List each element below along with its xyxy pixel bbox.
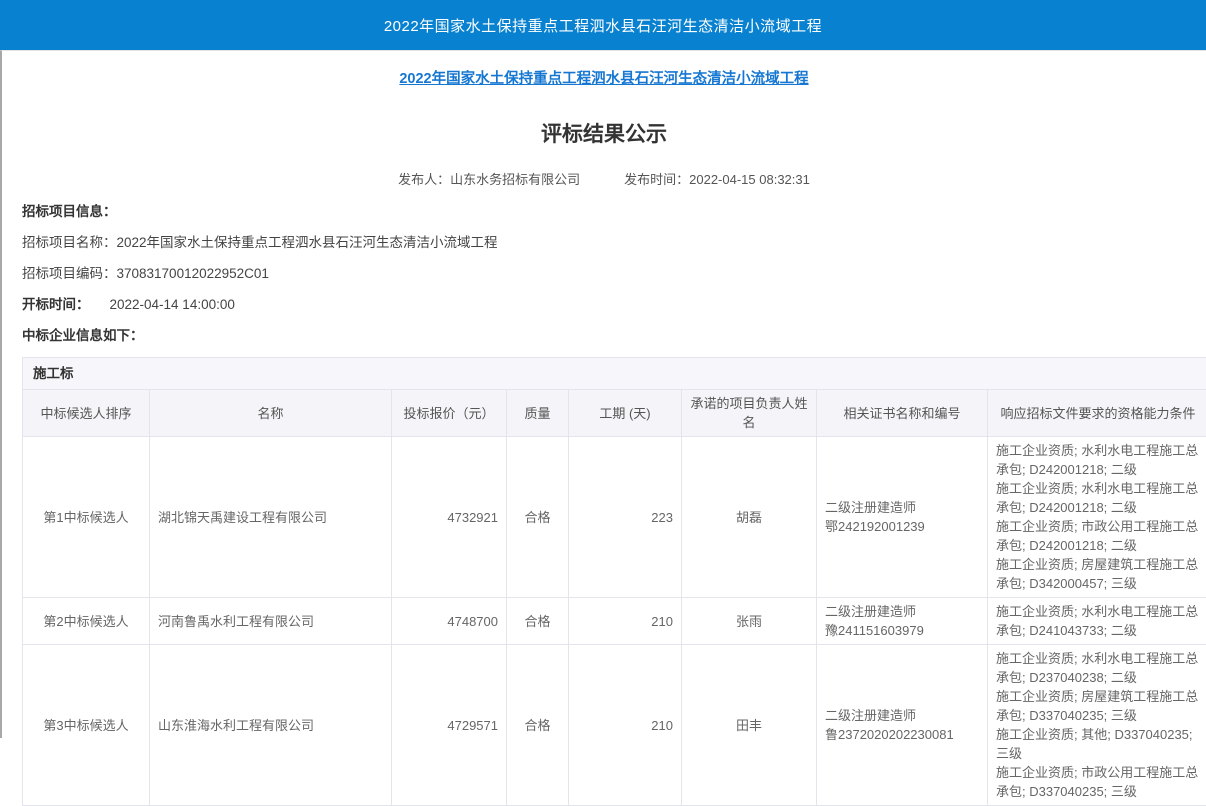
header-cert: 相关证书名称和编号 <box>817 390 988 437</box>
cell-company-name: 湖北锦天禹建设工程有限公司 <box>150 437 392 598</box>
bid-results-table: 施工标 中标候选人排序 名称 投标报价（元） 质量 工期 (天) 承诺的项目负责… <box>22 357 1206 806</box>
cell-bid-price: 4748700 <box>392 598 507 645</box>
cell-rank: 第1中标候选人 <box>23 437 150 598</box>
cell-bid-price: 4732921 <box>392 437 507 598</box>
page-content: 2022年国家水土保持重点工程泗水县石汪河生态清洁小流域工程 评标结果公示 发布… <box>0 50 1206 738</box>
window-title: 2022年国家水土保持重点工程泗水县石汪河生态清洁小流域工程 <box>384 15 822 36</box>
window-title-bar: 2022年国家水土保持重点工程泗水县石汪河生态清洁小流域工程 <box>0 0 1206 50</box>
header-rank: 中标候选人排序 <box>23 390 150 437</box>
cell-qualifications: 施工企业资质; 水利水电工程施工总承包; D241043733; 二级 <box>988 598 1206 645</box>
header-duration: 工期 (天) <box>569 390 682 437</box>
header-quality: 质量 <box>507 390 569 437</box>
project-info-section: 招标项目信息： 招标项目名称：2022年国家水土保持重点工程泗水县石汪河生态清洁… <box>2 205 1206 343</box>
winners-label: 中标企业信息如下： <box>22 329 1206 343</box>
bid-results-table-wrap: 施工标 中标候选人排序 名称 投标报价（元） 质量 工期 (天) 承诺的项目负责… <box>22 357 1206 806</box>
header-manager: 承诺的项目负责人姓名 <box>682 390 817 437</box>
cell-company-name: 河南鲁禹水利工程有限公司 <box>150 598 392 645</box>
table-row: 第3中标候选人 山东淮海水利工程有限公司 4729571 合格 210 田丰 二… <box>23 645 1206 806</box>
cell-quality: 合格 <box>507 645 569 806</box>
header-price: 投标报价（元） <box>392 390 507 437</box>
cell-rank: 第3中标候选人 <box>23 645 150 806</box>
open-time-label: 开标时间： <box>22 297 90 312</box>
cell-certificate: 二级注册建造师 鲁2372020202230081 <box>817 645 988 806</box>
table-section-title: 施工标 <box>23 358 1206 390</box>
cell-duration: 210 <box>569 598 682 645</box>
project-code-line: 招标项目编码：37083170012022952C01 <box>22 267 1206 281</box>
table-row: 第1中标候选人 湖北锦天禹建设工程有限公司 4732921 合格 223 胡磊 … <box>23 437 1206 598</box>
project-announcement-link[interactable]: 2022年国家水土保持重点工程泗水县石汪河生态清洁小流域工程 <box>2 67 1206 88</box>
cell-qualifications: 施工企业资质; 水利水电工程施工总承包; D237040238; 二级 施工企业… <box>988 645 1206 806</box>
cell-company-name: 山东淮海水利工程有限公司 <box>150 645 392 806</box>
project-info-label: 招标项目信息： <box>22 205 1206 219</box>
table-section-row: 施工标 <box>23 358 1206 390</box>
header-qualification: 响应招标文件要求的资格能力条件 <box>988 390 1206 437</box>
table-row: 第2中标候选人 河南鲁禹水利工程有限公司 4748700 合格 210 张雨 二… <box>23 598 1206 645</box>
cell-bid-price: 4729571 <box>392 645 507 806</box>
table-header-row: 中标候选人排序 名称 投标报价（元） 质量 工期 (天) 承诺的项目负责人姓名 … <box>23 390 1206 437</box>
cell-certificate: 二级注册建造师 豫241151603979 <box>817 598 988 645</box>
cell-qualifications: 施工企业资质; 水利水电工程施工总承包; D242001218; 二级 施工企业… <box>988 437 1206 598</box>
cell-quality: 合格 <box>507 598 569 645</box>
page-title: 评标结果公示 <box>2 118 1206 148</box>
cell-certificate: 二级注册建造师 鄂242192001239 <box>817 437 988 598</box>
publish-time-text: 发布时间：2022-04-15 08:32:31 <box>624 172 810 187</box>
publish-info-line: 发布人：山东水务招标有限公司 发布时间：2022-04-15 08:32:31 <box>2 169 1206 188</box>
cell-quality: 合格 <box>507 437 569 598</box>
cell-manager: 田丰 <box>682 645 817 806</box>
cell-manager: 胡磊 <box>682 437 817 598</box>
open-time-value: 2022-04-14 14:00:00 <box>110 297 235 312</box>
cell-rank: 第2中标候选人 <box>23 598 150 645</box>
cell-duration: 223 <box>569 437 682 598</box>
open-time-line: 开标时间： 2022-04-14 14:00:00 <box>22 298 1206 312</box>
header-name: 名称 <box>150 390 392 437</box>
cell-manager: 张雨 <box>682 598 817 645</box>
publisher-text: 发布人：山东水务招标有限公司 <box>398 172 580 187</box>
project-name-line: 招标项目名称：2022年国家水土保持重点工程泗水县石汪河生态清洁小流域工程 <box>22 236 1206 250</box>
cell-duration: 210 <box>569 645 682 806</box>
